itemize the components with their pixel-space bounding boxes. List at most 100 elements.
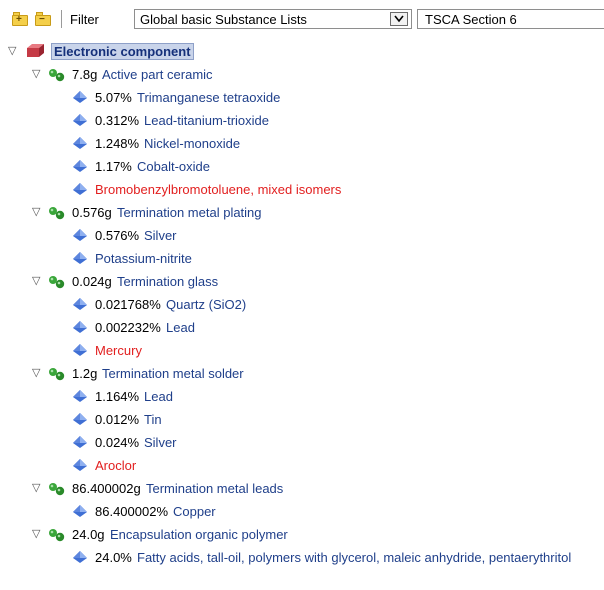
substance-row[interactable]: Potassium-nitrite [0, 247, 604, 270]
substance-row[interactable]: 0.021768% Quartz (SiO2) [0, 293, 604, 316]
substance-name[interactable]: Copper [173, 504, 216, 519]
substance-name[interactable]: Lead [166, 320, 195, 335]
substance-qty: 86.400002% [95, 504, 169, 519]
tree-root[interactable]: ▽ Electronic component [0, 40, 604, 63]
substance-qty: 1.17% [95, 159, 132, 174]
substance-icon [72, 251, 88, 265]
substance-icon [72, 435, 88, 449]
root-label[interactable]: Electronic component [51, 43, 194, 60]
substance-icon [72, 320, 88, 334]
chevron-down-icon[interactable] [390, 12, 408, 26]
material-name[interactable]: Termination metal plating [117, 205, 262, 220]
material-icon [48, 528, 66, 542]
substance-row[interactable]: 1.17% Cobalt-oxide [0, 155, 604, 178]
substance-name[interactable]: Silver [144, 435, 177, 450]
collapse-all-button[interactable]: − [35, 12, 51, 26]
collapse-toggle-icon[interactable]: ▽ [32, 206, 40, 218]
material-icon [48, 275, 66, 289]
substance-row[interactable]: 1.248% Nickel-monoxide [0, 132, 604, 155]
substance-row[interactable]: 1.164% Lead [0, 385, 604, 408]
substance-name[interactable]: Nickel-monoxide [144, 136, 240, 151]
collapse-toggle-icon[interactable]: ▽ [32, 275, 40, 287]
material-row[interactable]: ▽ 7.8g Active part ceramic [0, 63, 604, 86]
substance-icon [72, 182, 88, 196]
substance-row[interactable]: 0.002232% Lead [0, 316, 604, 339]
material-row[interactable]: ▽ 0.576g Termination metal plating [0, 201, 604, 224]
substance-name[interactable]: Bromobenzylbromotoluene, mixed isomers [95, 182, 341, 197]
substance-icon [72, 90, 88, 104]
material-qty: 7.8g [72, 67, 98, 82]
substance-row[interactable]: 24.0% Fatty acids, tall-oil, polymers wit… [0, 546, 604, 569]
substance-icon [72, 458, 88, 472]
substance-qty: 0.312% [95, 113, 140, 128]
material-name[interactable]: Termination metal leads [146, 481, 283, 496]
substance-tree: ▽ Electronic component ▽ 7.8g Active part … [0, 40, 604, 569]
substance-qty: 0.021768% [95, 297, 161, 312]
substance-row[interactable]: 0.024% Silver [0, 431, 604, 454]
substance-icon [72, 389, 88, 403]
material-icon [48, 367, 66, 381]
collapse-toggle-icon[interactable]: ▽ [32, 68, 40, 80]
substance-name[interactable]: Cobalt-oxide [137, 159, 210, 174]
substance-row[interactable]: Aroclor [0, 454, 604, 477]
material-row[interactable]: ▽ 86.400002g Termination metal leads [0, 477, 604, 500]
material-qty: 0.024g [72, 274, 112, 289]
substance-name[interactable]: Silver [144, 228, 177, 243]
substance-qty: 0.002232% [95, 320, 161, 335]
substance-row[interactable]: 0.312% Lead-titanium-trioxide [0, 109, 604, 132]
filter-label: Filter [70, 12, 99, 27]
collapse-toggle-icon[interactable]: ▽ [32, 528, 40, 540]
substance-icon [72, 412, 88, 426]
substance-qty: 0.576% [95, 228, 140, 243]
collapse-toggle-icon[interactable]: ▽ [32, 367, 40, 379]
substance-name[interactable]: Tin [144, 412, 162, 427]
material-name[interactable]: Active part ceramic [102, 67, 213, 82]
substance-row[interactable]: 86.400002% Copper [0, 500, 604, 523]
substance-name[interactable]: Potassium-nitrite [95, 251, 192, 266]
substance-icon [72, 550, 88, 564]
substance-row[interactable]: 0.576% Silver [0, 224, 604, 247]
material-icon [48, 482, 66, 496]
collapse-toggle-icon[interactable]: ▽ [32, 482, 40, 494]
expand-all-button[interactable]: + [12, 12, 28, 26]
substance-icon [72, 504, 88, 518]
collapse-toggle-icon[interactable]: ▽ [8, 45, 16, 57]
list-input[interactable]: TSCA Section 6 [417, 9, 604, 29]
substance-row[interactable]: 5.07% Trimanganese tetraoxide [0, 86, 604, 109]
material-row[interactable]: ▽ 24.0g Encapsulation organic polymer [0, 523, 604, 546]
substance-name[interactable]: Fatty acids, tall-oil, polymers with gly… [137, 550, 571, 565]
substance-qty: 0.024% [95, 435, 140, 450]
substance-qty: 1.248% [95, 136, 140, 151]
substance-name[interactable]: Quartz (SiO2) [166, 297, 246, 312]
toolbar: + − Filter Global basic Substance Lists … [0, 0, 604, 40]
filter-select[interactable]: Global basic Substance Lists [134, 9, 412, 29]
substance-name[interactable]: Lead-titanium-trioxide [144, 113, 269, 128]
material-name[interactable]: Encapsulation organic polymer [110, 527, 288, 542]
material-icon [48, 206, 66, 220]
substance-qty: 0.012% [95, 412, 140, 427]
material-qty: 86.400002g [72, 481, 141, 496]
substance-qty: 24.0% [95, 550, 132, 565]
substance-icon [72, 113, 88, 127]
substance-row[interactable]: Mercury [0, 339, 604, 362]
substance-name[interactable]: Aroclor [95, 458, 136, 473]
material-row[interactable]: ▽ 0.024g Termination glass [0, 270, 604, 293]
material-qty: 0.576g [72, 205, 112, 220]
substance-icon [72, 228, 88, 242]
substance-row[interactable]: 0.012% Tin [0, 408, 604, 431]
filter-select-value: Global basic Substance Lists [140, 12, 307, 27]
material-icon [48, 68, 66, 82]
substance-icon [72, 159, 88, 173]
substance-name[interactable]: Lead [144, 389, 173, 404]
material-row[interactable]: ▽ 1.2g Termination metal solder [0, 362, 604, 385]
substance-name[interactable]: Mercury [95, 343, 142, 358]
material-name[interactable]: Termination metal solder [102, 366, 244, 381]
substance-name[interactable]: Trimanganese tetraoxide [137, 90, 280, 105]
material-qty: 24.0g [72, 527, 105, 542]
substance-icon [72, 297, 88, 311]
material-name[interactable]: Termination glass [117, 274, 218, 289]
substance-row[interactable]: Bromobenzylbromotoluene, mixed isomers [0, 178, 604, 201]
material-qty: 1.2g [72, 366, 98, 381]
substance-icon [72, 136, 88, 150]
substance-qty: 1.164% [95, 389, 140, 404]
